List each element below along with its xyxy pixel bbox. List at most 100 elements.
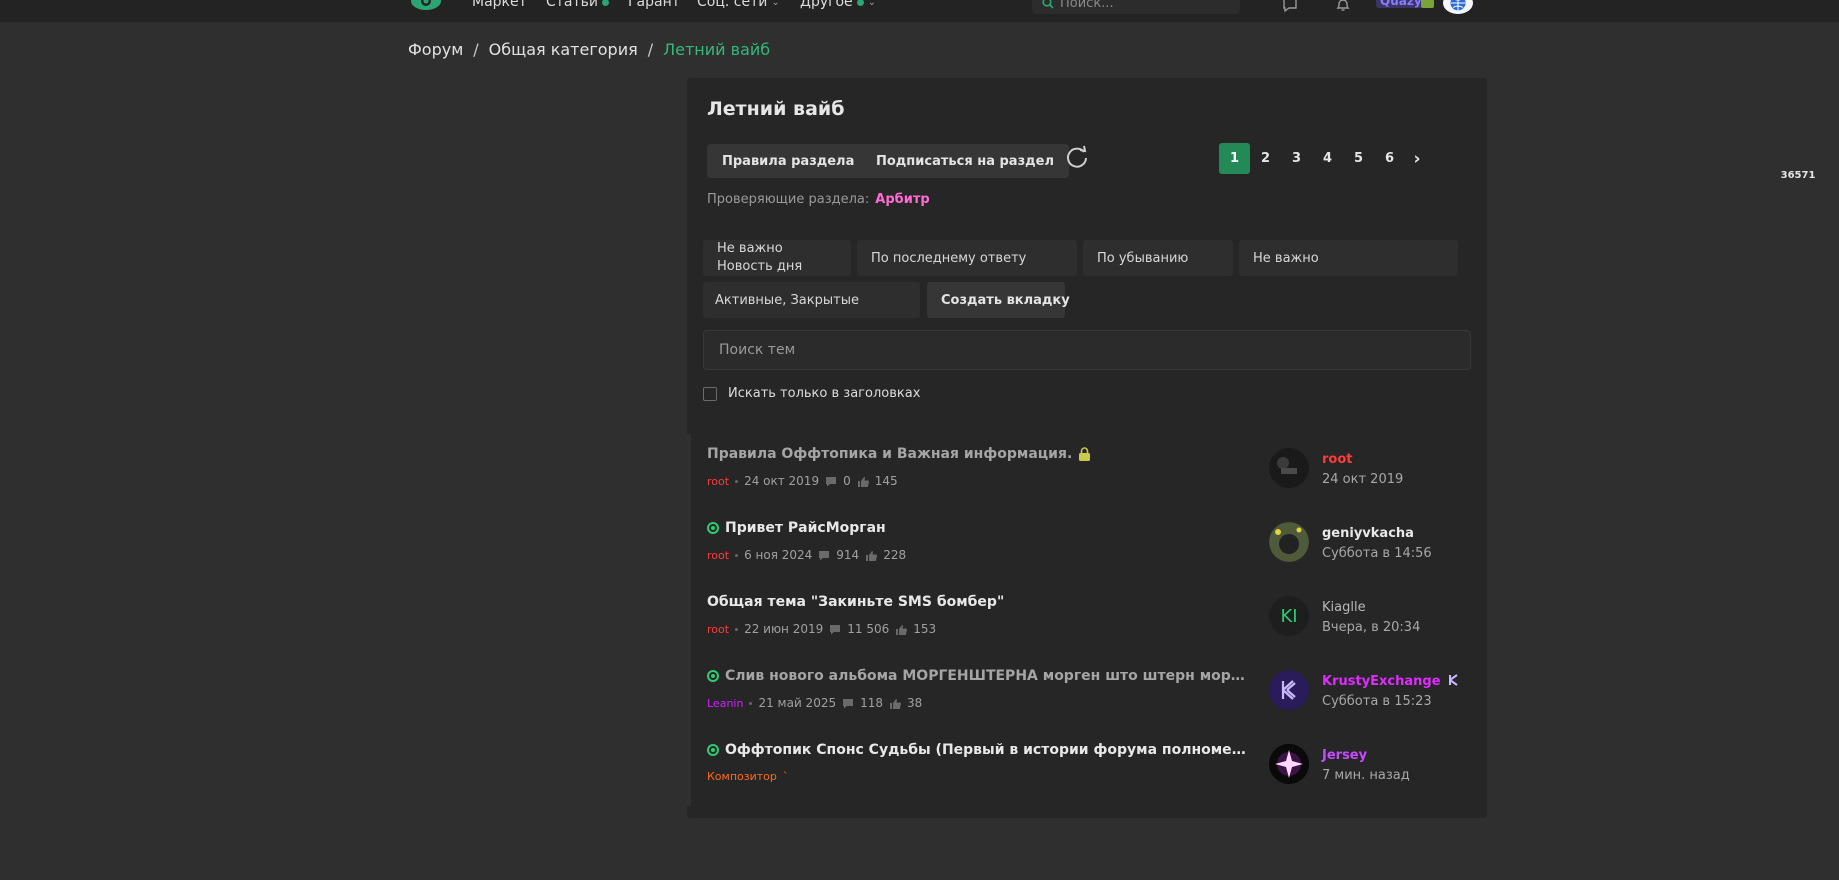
last-post-time[interactable]: Суббота в 14:56 bbox=[1322, 546, 1432, 561]
thread-row[interactable]: Слив нового альбома МОРГЕНШТЕРНА морген … bbox=[707, 660, 1477, 734]
titles-only-option[interactable]: Искать только в заголовках bbox=[703, 386, 920, 401]
lock-icon bbox=[1079, 447, 1091, 461]
last-post-user-wrap[interactable]: KrustyExchange bbox=[1322, 674, 1460, 689]
site-search-input[interactable]: Поиск... bbox=[1032, 0, 1240, 14]
thread-title[interactable]: Привет РайсМорган bbox=[707, 520, 886, 536]
nav-guarantor[interactable]: Гарант bbox=[628, 0, 680, 10]
user-tag[interactable]: Quazy bbox=[1376, 0, 1426, 8]
site-logo-icon[interactable] bbox=[409, 0, 443, 14]
thread-title-text: Правила Оффтопика и Важная информация. bbox=[707, 446, 1073, 462]
last-post-user[interactable]: Jersey bbox=[1322, 748, 1367, 763]
page-2-button[interactable]: 2 bbox=[1250, 143, 1281, 174]
last-post-time[interactable]: Вчера, в 20:34 bbox=[1322, 620, 1420, 635]
avatar[interactable]: KI bbox=[1269, 596, 1309, 636]
thread-state-value: Активные, Закрытые bbox=[715, 292, 859, 308]
refresh-icon[interactable] bbox=[1064, 144, 1090, 170]
last-post-info: KrustyExchange Суббота в 15:23 bbox=[1269, 670, 1479, 714]
thread-title[interactable]: Оффтопик Спонс Судьбы (Первый в истории … bbox=[707, 742, 1252, 758]
thread-row[interactable]: Общая тема "Закиньте SMS бомбер" root 22… bbox=[707, 586, 1477, 660]
page-4-button[interactable]: 4 bbox=[1312, 143, 1343, 174]
separator-dot bbox=[735, 553, 739, 557]
thread-author[interactable]: Композитор bbox=[707, 770, 777, 783]
thread-title-text: Оффтопик Спонс Судьбы (Первый в истории … bbox=[725, 742, 1252, 758]
thread-author[interactable]: root bbox=[707, 475, 729, 488]
thread-replies-count: 914 bbox=[836, 548, 860, 562]
thread-replies-count: 0 bbox=[843, 474, 851, 488]
page-1-button[interactable]: 1 bbox=[1219, 143, 1250, 174]
thread-state-filter[interactable]: Активные, Закрытые bbox=[703, 282, 920, 318]
nav-market[interactable]: Маркет bbox=[472, 0, 527, 10]
notifications-bell-icon[interactable] bbox=[1334, 0, 1352, 14]
section-rules-label: Правила раздела bbox=[722, 153, 855, 169]
thread-meta: Leanin 21 май 2025 118 38 bbox=[707, 696, 922, 710]
last-post-user[interactable]: KrustyExchange bbox=[1322, 674, 1441, 689]
page-6-button[interactable]: 6 bbox=[1374, 143, 1405, 174]
last-post-info: geniyvkacha Суббота в 14:56 bbox=[1269, 522, 1479, 566]
likes-icon bbox=[857, 476, 869, 487]
nav-articles[interactable]: Статьи bbox=[546, 0, 610, 10]
site-search-placeholder: Поиск... bbox=[1060, 0, 1114, 11]
nav-market-label: Маркет bbox=[472, 0, 527, 10]
nav-social-label: Соц. сети bbox=[697, 0, 768, 10]
page-title: Летний вайб bbox=[707, 98, 845, 120]
breadcrumb-forum-link[interactable]: Форум bbox=[408, 40, 463, 59]
thread-likes-count: 153 bbox=[913, 622, 937, 636]
sort-by-value: По последнему ответу bbox=[871, 250, 1027, 266]
avatar[interactable] bbox=[1269, 670, 1309, 710]
replies-icon bbox=[826, 476, 837, 486]
last-page-button[interactable]: 36571 bbox=[1781, 153, 1816, 197]
prefix-filter[interactable]: Не важно bbox=[1239, 240, 1458, 276]
new-indicator-dot bbox=[856, 0, 864, 6]
thread-author[interactable]: Leanin bbox=[707, 697, 743, 710]
last-post-user[interactable]: Kiaglle bbox=[1322, 600, 1366, 615]
page-3-button[interactable]: 3 bbox=[1281, 143, 1312, 174]
thread-date: 6 ноя 2024 bbox=[744, 548, 813, 562]
prefix-value: Не важно bbox=[1253, 250, 1319, 266]
titles-only-checkbox[interactable] bbox=[703, 386, 717, 401]
last-post-time[interactable]: 7 мин. назад bbox=[1322, 768, 1410, 783]
create-tab-button[interactable]: Создать вкладку bbox=[927, 282, 1070, 318]
search-icon bbox=[1042, 0, 1054, 9]
nav-social[interactable]: Соц. сети ⌄ bbox=[697, 0, 780, 10]
avatar[interactable] bbox=[1269, 448, 1309, 488]
last-post-info: root 24 окт 2019 bbox=[1269, 448, 1479, 492]
page-5-button[interactable]: 5 bbox=[1343, 143, 1374, 174]
importance-filter[interactable]: Не важно Новость дня bbox=[703, 240, 851, 276]
nav-other[interactable]: Другое ⌄ bbox=[800, 0, 876, 10]
last-post-user[interactable]: geniyvkacha bbox=[1322, 526, 1414, 541]
sort-order-filter[interactable]: По убыванию bbox=[1083, 240, 1233, 276]
unread-indicator-icon bbox=[707, 670, 719, 682]
last-post-time[interactable]: 24 окт 2019 bbox=[1322, 472, 1403, 487]
thread-author[interactable]: root bbox=[707, 623, 729, 636]
thread-title-text: Привет РайсМорган bbox=[725, 520, 886, 536]
thread-title[interactable]: Правила Оффтопика и Важная информация. bbox=[707, 446, 1091, 462]
thread-row[interactable]: Привет РайсМорган root 6 ноя 2024 914 22… bbox=[707, 512, 1477, 586]
author-flair-icon: ` bbox=[782, 770, 789, 783]
avatar[interactable] bbox=[1269, 522, 1309, 562]
subscribe-section-button[interactable]: Подписаться на раздел bbox=[861, 144, 1069, 178]
unread-indicator-icon bbox=[707, 522, 719, 534]
next-page-icon[interactable]: › bbox=[1405, 143, 1429, 174]
forum-section-panel: Летний вайб Правила раздела Подписаться … bbox=[687, 78, 1815, 818]
thread-likes-count: 145 bbox=[874, 474, 898, 488]
moderator-link[interactable]: Арбитр bbox=[875, 192, 929, 207]
user-avatar[interactable] bbox=[1443, 0, 1473, 14]
thread-row[interactable]: Оффтопик Спонс Судьбы (Первый в истории … bbox=[707, 734, 1477, 808]
thread-author[interactable]: root bbox=[707, 549, 729, 562]
last-post-time[interactable]: Суббота в 15:23 bbox=[1322, 694, 1432, 709]
section-rules-button[interactable]: Правила раздела bbox=[707, 144, 870, 178]
thread-title[interactable]: Слив нового альбома МОРГЕНШТЕРНА морген … bbox=[707, 668, 1252, 684]
likes-icon bbox=[866, 550, 878, 561]
thread-title[interactable]: Общая тема "Закиньте SMS бомбер" bbox=[707, 594, 1004, 610]
sort-order-value: По убыванию bbox=[1097, 250, 1189, 266]
messages-icon[interactable] bbox=[1281, 0, 1299, 14]
thread-title-text: Слив нового альбома МОРГЕНШТЕРНА морген … bbox=[725, 668, 1252, 684]
topic-search-input[interactable]: Поиск тем bbox=[703, 330, 1471, 370]
thread-row[interactable]: Правила Оффтопика и Важная информация. r… bbox=[707, 438, 1477, 512]
subscribe-section-label: Подписаться на раздел bbox=[876, 153, 1054, 169]
breadcrumb-category-link[interactable]: Общая категория bbox=[489, 40, 638, 59]
avatar-initials: KI bbox=[1280, 605, 1298, 627]
sort-by-filter[interactable]: По последнему ответу bbox=[857, 240, 1077, 276]
avatar[interactable] bbox=[1269, 744, 1309, 784]
last-post-user[interactable]: root bbox=[1322, 452, 1353, 467]
